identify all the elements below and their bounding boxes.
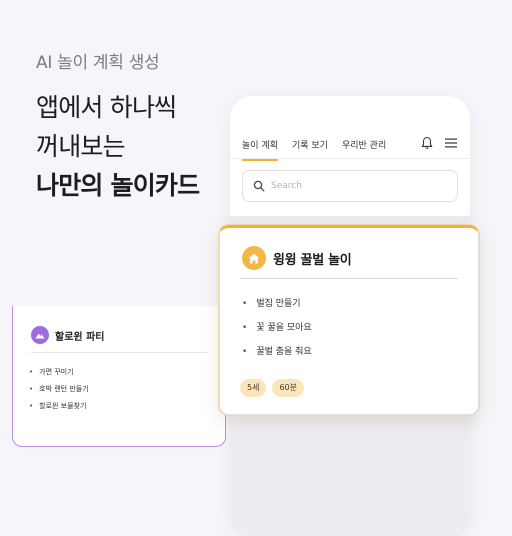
home-icon bbox=[242, 246, 266, 270]
tab-records[interactable]: 기록 보기 bbox=[292, 138, 328, 160]
headline-line-3: 나만의 놀이카드 bbox=[36, 171, 200, 200]
activity-item: 벌집 만들기 bbox=[242, 292, 312, 316]
mountain-icon bbox=[31, 326, 49, 344]
card-tags: 5세 60분 bbox=[240, 379, 304, 397]
age-tag: 5세 bbox=[240, 379, 267, 397]
activity-item: 꿀벌 춤을 춰요 bbox=[242, 340, 311, 364]
promo-eyebrow: AI 놀이 계획 생성 bbox=[36, 53, 160, 73]
tab-class-manage[interactable]: 우리반 관리 bbox=[342, 138, 386, 160]
activity-item: 할로윈 보물찾기 bbox=[29, 398, 89, 415]
promo-headline: 앱에서 하나씩 꺼내보는 나만의 놀이카드 bbox=[36, 88, 200, 205]
activity-item: 호박 랜턴 만들기 bbox=[29, 381, 89, 398]
card-header: 할로윈 파티 bbox=[31, 326, 104, 344]
tab-play-plan[interactable]: 놀이 계획 bbox=[242, 138, 278, 161]
card-title: 할로윈 파티 bbox=[55, 331, 105, 343]
card-divider bbox=[31, 352, 207, 353]
play-card-bee[interactable]: 윙윙 꿀벌 놀이 벌집 만들기 꽃 꿀을 모아요 꿀벌 춤을 춰요 5세 60분 bbox=[219, 225, 479, 415]
play-card-halloween[interactable]: 할로윈 파티 가면 꾸미기 호박 랜턴 만들기 할로윈 보물찾기 bbox=[12, 306, 226, 447]
bell-icon[interactable] bbox=[420, 136, 434, 150]
header-divider bbox=[230, 158, 470, 159]
card-divider bbox=[240, 278, 458, 279]
hamburger-menu-icon[interactable] bbox=[444, 137, 458, 149]
search-input[interactable] bbox=[271, 178, 441, 194]
duration-tag: 60분 bbox=[272, 379, 304, 397]
card-title: 윙윙 꿀벌 놀이 bbox=[273, 252, 352, 268]
app-header: 놀이 계획 기록 보기 우리반 관리 bbox=[230, 96, 470, 216]
headline-line-1: 앱에서 하나씩 bbox=[36, 93, 177, 122]
activity-list: 벌집 만들기 꽃 꿀을 모아요 꿀벌 춤을 춰요 bbox=[242, 292, 312, 364]
tab-bar: 놀이 계획 기록 보기 우리반 관리 bbox=[242, 138, 386, 161]
card-header: 윙윙 꿀벌 놀이 bbox=[242, 246, 352, 270]
search-bar[interactable] bbox=[242, 170, 458, 202]
activity-item: 꽃 꿀을 모아요 bbox=[242, 316, 311, 340]
activity-list: 가면 꾸미기 호박 랜턴 만들기 할로윈 보물찾기 bbox=[29, 364, 89, 415]
headline-line-2: 꺼내보는 bbox=[36, 132, 126, 161]
search-icon bbox=[253, 180, 265, 192]
activity-item: 가면 꾸미기 bbox=[29, 364, 89, 381]
